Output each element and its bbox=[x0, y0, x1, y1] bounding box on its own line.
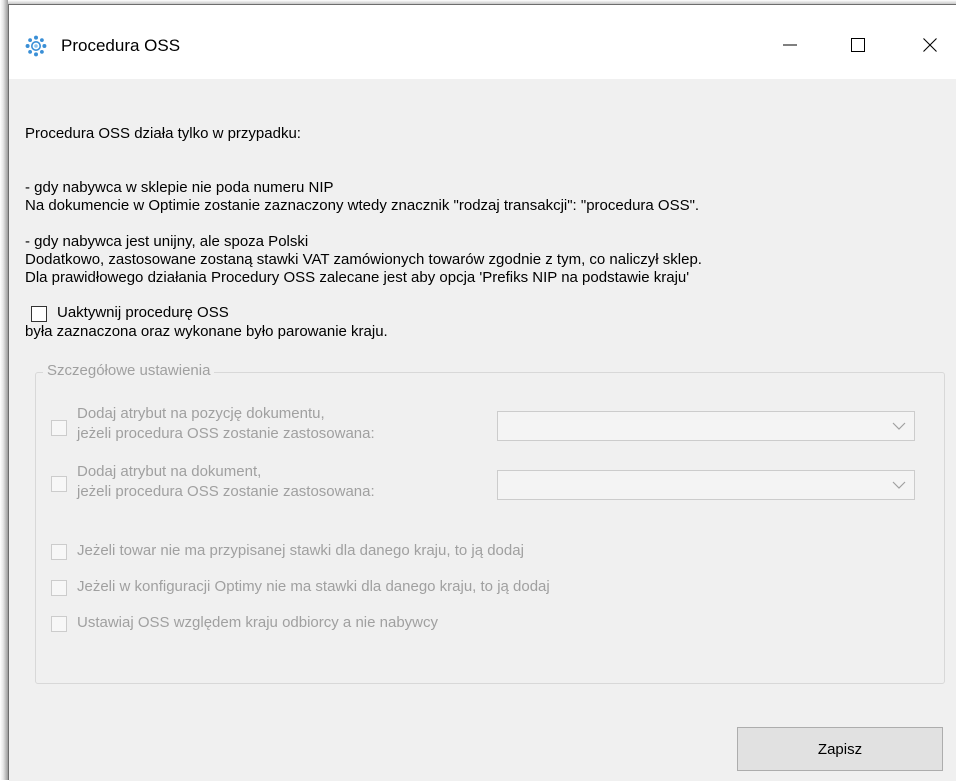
info-line: była zaznaczona oraz wykonane było parow… bbox=[25, 323, 388, 340]
close-icon bbox=[923, 38, 937, 52]
oss-dialog-window: Procedura OSS Procedura OSS działa tylko… bbox=[8, 4, 956, 781]
chevron-down-icon bbox=[892, 481, 906, 489]
chevron-down-icon bbox=[892, 422, 906, 430]
save-button[interactable]: Zapisz bbox=[737, 727, 943, 771]
attr-position-select[interactable] bbox=[497, 411, 915, 441]
activate-oss-label[interactable]: Uaktywnij procedurę OSS bbox=[57, 304, 229, 322]
attr-document-checkbox[interactable] bbox=[51, 476, 67, 492]
activate-oss-checkbox[interactable] bbox=[31, 306, 47, 322]
attr-position-label-line1: Dodaj atrybut na pozycję dokumentu, bbox=[77, 405, 325, 422]
attr-position-label-line2: jeżeli procedura OSS zostanie zastosowan… bbox=[77, 425, 375, 442]
title-bar[interactable]: Procedura OSS bbox=[9, 5, 956, 79]
option-recipient-country-checkbox[interactable] bbox=[51, 616, 67, 632]
info-line: Dla prawidłowego działania Procedury OSS… bbox=[25, 269, 690, 286]
option-add-item-rate-label[interactable]: Jeżeli towar nie ma przypisanej stawki d… bbox=[77, 542, 524, 560]
option-add-config-rate-checkbox[interactable] bbox=[51, 580, 67, 596]
oss-gear-icon bbox=[25, 35, 47, 57]
close-button[interactable] bbox=[907, 25, 953, 65]
attr-document-label-line1: Dodaj atrybut na dokument, bbox=[77, 463, 262, 480]
attr-position-checkbox[interactable] bbox=[51, 420, 67, 436]
dialog-content: Procedura OSS działa tylko w przypadku: … bbox=[9, 79, 956, 781]
attr-document-label-line2: jeżeli procedura OSS zostanie zastosowan… bbox=[77, 483, 375, 500]
info-line: Procedura OSS działa tylko w przypadku: bbox=[25, 125, 301, 142]
window-title: Procedura OSS bbox=[61, 36, 181, 55]
detail-settings-legend: Szczegółowe ustawienia bbox=[43, 361, 215, 381]
maximize-button[interactable] bbox=[835, 25, 881, 65]
minimize-button[interactable] bbox=[767, 25, 813, 65]
window-shadow-left bbox=[0, 0, 8, 780]
minimize-icon bbox=[783, 44, 797, 46]
option-add-config-rate-label[interactable]: Jeżeli w konfiguracji Optimy nie ma staw… bbox=[77, 578, 550, 596]
attr-document-select[interactable] bbox=[497, 470, 915, 500]
option-add-item-rate-checkbox[interactable] bbox=[51, 544, 67, 560]
maximize-icon bbox=[851, 38, 865, 52]
option-recipient-country-label[interactable]: Ustawiaj OSS względem kraju odbiorcy a n… bbox=[77, 614, 438, 632]
info-line: Na dokumencie w Optimie zostanie zaznacz… bbox=[25, 197, 700, 214]
